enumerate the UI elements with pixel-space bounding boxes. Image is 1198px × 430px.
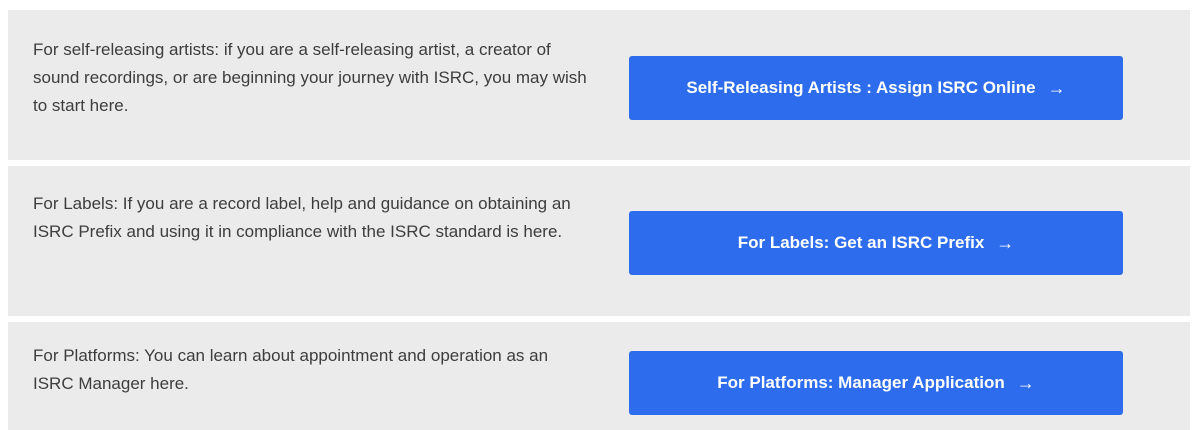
panel-description: For Platforms: You can learn about appoi… <box>33 346 549 393</box>
panel-description: For self-releasing artists: if you are a… <box>33 40 587 115</box>
audience-panel-list: For self-releasing artists: if you are a… <box>0 0 1198 430</box>
button-label: For Platforms: Manager Application <box>717 373 1005 392</box>
assign-isrc-online-button[interactable]: Self-Releasing Artists : Assign ISRC Onl… <box>629 56 1123 120</box>
button-label: For Labels: Get an ISRC Prefix <box>737 233 985 252</box>
button-label: Self-Releasing Artists : Assign ISRC Onl… <box>686 78 1036 97</box>
arrow-right-icon: → <box>1016 373 1035 393</box>
get-isrc-prefix-button[interactable]: For Labels: Get an ISRC Prefix → <box>629 211 1123 275</box>
panel-self-releasing-artists: For self-releasing artists: if you are a… <box>8 10 1190 160</box>
arrow-right-icon: → <box>996 233 1015 253</box>
panel-description: For Labels: If you are a record label, h… <box>33 194 571 241</box>
manager-application-button[interactable]: For Platforms: Manager Application → <box>629 351 1123 415</box>
arrow-right-icon: → <box>1047 78 1066 98</box>
panel-platforms: For Platforms: You can learn about appoi… <box>8 322 1190 430</box>
panel-labels: For Labels: If you are a record label, h… <box>8 166 1190 316</box>
